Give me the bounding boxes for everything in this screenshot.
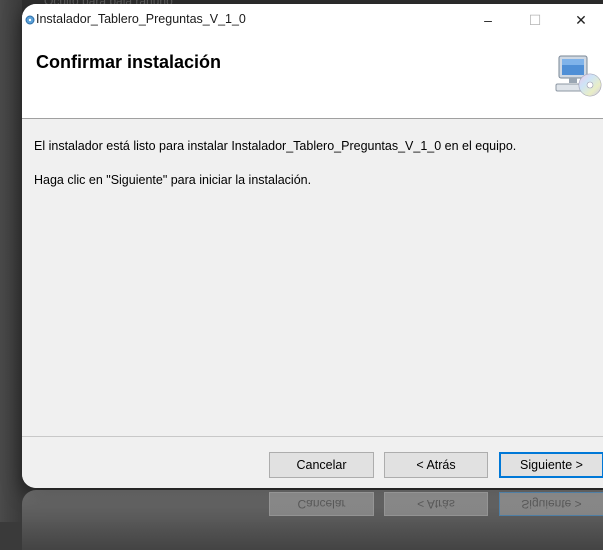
dialog-footer: Cancelar < Atrás Siguiente > <box>22 436 603 488</box>
dialog-header: Confirmar instalación <box>22 36 603 119</box>
maximize-button[interactable]: ☐ <box>512 4 558 36</box>
maximize-icon: ☐ <box>528 11 542 28</box>
page-title: Confirmar instalación <box>36 52 222 72</box>
minimize-button[interactable]: – <box>465 4 511 36</box>
dialog-body: El instalador está listo para instalar I… <box>22 119 603 436</box>
window-reflection: Cancelar < Atrás Siguiente > <box>22 490 603 550</box>
window-title: Instalador_Tablero_Preguntas_V_1_0 <box>36 12 246 26</box>
close-button[interactable]: ✕ <box>558 4 603 36</box>
close-icon: ✕ <box>575 11 587 28</box>
instruction-message: Haga clic en "Siguiente" para iniciar la… <box>34 173 312 187</box>
background-window-edge <box>0 0 22 522</box>
minimize-icon: – <box>484 12 492 28</box>
computer-cd-icon <box>555 55 602 97</box>
installer-dialog: Instalador_Tablero_Preguntas_V_1_0 – ☐ ✕… <box>22 4 603 488</box>
cancel-button[interactable]: Cancelar <box>269 452 374 478</box>
back-button-reflection: < Atrás <box>384 492 488 516</box>
back-button[interactable]: < Atrás <box>384 452 488 478</box>
cancel-button-reflection: Cancelar <box>269 492 374 516</box>
title-bar[interactable]: Instalador_Tablero_Preguntas_V_1_0 – ☐ ✕ <box>22 4 603 36</box>
next-button[interactable]: Siguiente > <box>499 452 603 478</box>
installer-app-icon <box>25 15 35 25</box>
next-button-reflection: Siguiente > <box>499 492 603 516</box>
ready-message: El instalador está listo para instalar I… <box>34 139 517 153</box>
